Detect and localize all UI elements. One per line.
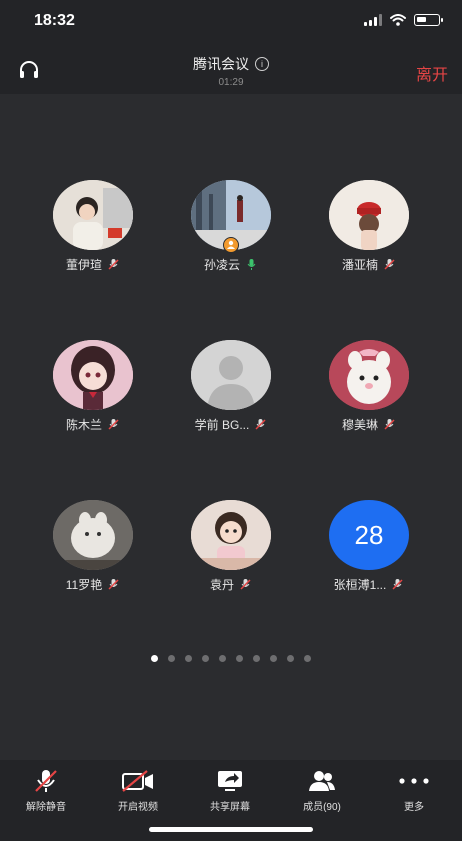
status-icons — [364, 14, 443, 26]
participant-tile[interactable]: 孙凌云 — [166, 180, 296, 273]
meeting-timer: 01:29 — [218, 77, 244, 88]
mic-muted-icon — [384, 259, 395, 270]
status-time: 18:32 — [34, 12, 75, 29]
page-dot[interactable] — [253, 655, 260, 662]
start-video-button[interactable]: 开启视频 — [92, 768, 184, 813]
more-button[interactable]: 更多 — [368, 768, 460, 813]
avatar — [53, 180, 133, 250]
host-badge-icon — [223, 237, 239, 253]
mic-muted-icon — [384, 419, 395, 430]
battery-icon — [414, 14, 443, 26]
avatar — [53, 340, 133, 410]
participant-name: 陈木兰 — [65, 418, 102, 432]
share-screen-button[interactable]: 共享屏幕 — [184, 768, 276, 813]
participant-tile[interactable]: 袁丹 — [166, 500, 296, 593]
mic-muted-icon — [108, 419, 119, 430]
meeting-title-area: 腾讯会议 i 01:29 — [0, 54, 462, 88]
page-dot[interactable] — [168, 655, 175, 662]
participant-name: 潘亚楠 — [341, 258, 378, 272]
avatar — [53, 500, 133, 570]
avatar — [191, 180, 271, 253]
participant-name: 11罗艳 — [65, 578, 103, 592]
avatar — [329, 180, 409, 250]
page-dot[interactable] — [287, 655, 294, 662]
more-icon — [399, 778, 429, 784]
avatar: 28 — [329, 500, 409, 570]
battery-level — [417, 17, 426, 22]
page-dot[interactable] — [151, 655, 158, 662]
mic-muted-icon — [108, 579, 119, 590]
participant-name: 穆美琳 — [341, 418, 378, 432]
participant-name: 张桓溥1... — [333, 578, 387, 592]
share-screen-icon — [218, 771, 242, 791]
home-indicator[interactable] — [149, 827, 313, 832]
mic-muted-icon — [35, 770, 57, 792]
more-label: 更多 — [404, 802, 424, 813]
participant-name: 学前 BG... — [194, 418, 250, 432]
page-dot[interactable] — [236, 655, 243, 662]
meeting-title[interactable]: 腾讯会议 — [193, 54, 249, 74]
meeting-header: 腾讯会议 i 01:29 离开 — [0, 48, 462, 94]
members-button[interactable]: 成员(90) — [276, 768, 368, 813]
participant-tile[interactable]: 11罗艳 — [28, 500, 158, 593]
mic-on-icon — [247, 259, 256, 270]
video-off-icon — [122, 770, 153, 792]
unmute-label: 解除静音 — [26, 802, 66, 813]
members-label: 成员(90) — [303, 802, 341, 813]
page-dot[interactable] — [270, 655, 277, 662]
page-dot[interactable] — [185, 655, 192, 662]
participant-tile[interactable]: 陈木兰 — [28, 340, 158, 433]
page-dot[interactable] — [219, 655, 226, 662]
participant-name: 董伊瑄 — [65, 258, 102, 272]
participant-name: 孙凌云 — [203, 258, 240, 272]
mic-muted-icon — [108, 259, 119, 270]
avatar — [191, 500, 271, 570]
participant-name: 袁丹 — [209, 578, 234, 592]
participant-tile[interactable]: 穆美琳 — [304, 340, 434, 433]
page-dot[interactable] — [304, 655, 311, 662]
leave-button[interactable]: 离开 — [416, 61, 448, 85]
participant-tile[interactable]: 董伊瑄 — [28, 180, 158, 273]
participant-tile[interactable]: 潘亚楠 — [304, 180, 434, 273]
mic-muted-icon — [255, 419, 266, 430]
page-dot[interactable] — [202, 655, 209, 662]
unmute-button[interactable]: 解除静音 — [0, 768, 92, 813]
mic-muted-icon — [392, 579, 403, 590]
start-video-label: 开启视频 — [118, 802, 158, 813]
participant-tile[interactable]: 28 张桓溥1... — [304, 500, 434, 593]
mic-muted-icon — [240, 579, 251, 590]
members-icon — [309, 771, 335, 791]
page-indicator[interactable] — [0, 655, 462, 662]
info-icon[interactable]: i — [255, 57, 269, 71]
share-screen-label: 共享屏幕 — [210, 802, 250, 813]
participant-tile[interactable]: 学前 BG... — [166, 340, 296, 433]
cellular-signal-icon — [364, 14, 382, 26]
avatar — [329, 340, 409, 410]
avatar-number: 28 — [354, 519, 384, 550]
status-bar: 18:32 — [0, 0, 462, 48]
wifi-icon — [390, 14, 406, 26]
avatar — [191, 340, 271, 410]
